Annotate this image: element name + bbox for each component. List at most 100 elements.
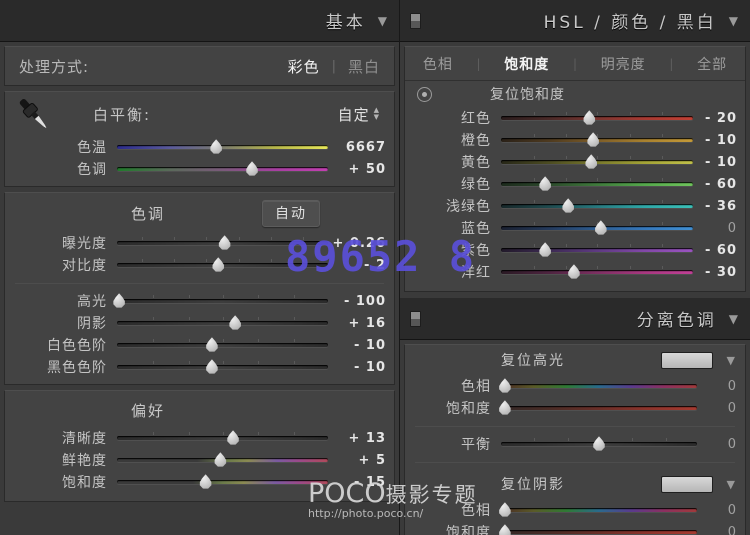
slider-bar-hsl-0	[501, 116, 693, 120]
slider-track-hsl-1[interactable]	[501, 133, 693, 147]
slider-value-hsl-3[interactable]: - 60	[693, 177, 737, 192]
chevron-down-icon[interactable]: ▼	[729, 312, 738, 326]
slider-row-hsl-7[interactable]: 洋红- 30	[405, 261, 745, 283]
basic-panel-header[interactable]: 基本 ▼	[0, 0, 399, 42]
slider-value-contrast[interactable]: - 2	[328, 258, 386, 273]
slider-row-temp[interactable]: 色温 6667	[5, 136, 394, 158]
slider-value-exposure[interactable]: + 0.26	[328, 236, 386, 251]
slider-value-saturation[interactable]: - 15	[328, 475, 386, 490]
tab-all[interactable]: 全部	[697, 54, 727, 74]
slider-bar-saturation	[117, 480, 328, 484]
slider-value-balance[interactable]: 0	[697, 437, 737, 452]
chevron-down-icon[interactable]: ▼	[727, 478, 735, 491]
split-toning-highlights-title[interactable]: 复位高光	[501, 350, 565, 370]
target-adjustment-icon[interactable]	[417, 87, 432, 102]
slider-value-hsl-5[interactable]: 0	[693, 221, 737, 236]
chevron-down-icon[interactable]: ▼	[729, 14, 738, 28]
slider-track-hsl-2[interactable]	[501, 155, 693, 169]
slider-value-highlights-sat[interactable]: 0	[697, 401, 737, 416]
treatment-option-color[interactable]: 彩色	[288, 56, 320, 77]
chevron-down-icon[interactable]: ▼	[727, 354, 735, 367]
slider-row-hsl-5[interactable]: 蓝色0	[405, 217, 745, 239]
slider-value-whites[interactable]: - 10	[328, 338, 386, 353]
slider-value-vibrance[interactable]: + 5	[328, 453, 386, 468]
shadows-color-swatch[interactable]	[661, 476, 713, 493]
slider-track-contrast[interactable]	[117, 258, 328, 272]
slider-track-hsl-6[interactable]	[501, 243, 693, 257]
slider-row-highlights-sat[interactable]: 饱和度 0	[405, 397, 745, 419]
slider-track-hsl-7[interactable]	[501, 265, 693, 279]
slider-value-hsl-7[interactable]: - 30	[693, 265, 737, 280]
slider-track-vibrance[interactable]	[117, 453, 328, 467]
slider-value-shadows-sat[interactable]: 0	[697, 525, 737, 535]
tab-hue[interactable]: 色相	[423, 54, 453, 74]
slider-track-shadows-hue[interactable]	[501, 503, 697, 517]
slider-value-tint[interactable]: + 50	[328, 162, 386, 177]
slider-row-contrast[interactable]: 对比度 - 2	[5, 254, 394, 276]
slider-row-saturation[interactable]: 饱和度 - 15	[5, 471, 394, 493]
slider-row-hsl-3[interactable]: 绿色- 60	[405, 173, 745, 195]
white-balance-preset-select[interactable]: 自定 ▲▼	[338, 104, 380, 125]
slider-track-exposure[interactable]	[117, 236, 328, 250]
slider-track-saturation[interactable]	[117, 475, 328, 489]
slider-bar-highlights	[117, 299, 328, 303]
slider-track-whites[interactable]	[117, 338, 328, 352]
slider-value-hsl-0[interactable]: - 20	[693, 111, 737, 126]
slider-value-highlights-hue[interactable]: 0	[697, 379, 737, 394]
slider-track-hsl-0[interactable]	[501, 111, 693, 125]
slider-value-hsl-1[interactable]: - 10	[693, 133, 737, 148]
slider-value-hsl-2[interactable]: - 10	[693, 155, 737, 170]
slider-track-hsl-5[interactable]	[501, 221, 693, 235]
slider-row-hsl-1[interactable]: 橙色- 10	[405, 129, 745, 151]
slider-track-highlights-hue[interactable]	[501, 379, 697, 393]
slider-value-shadows-hue[interactable]: 0	[697, 503, 737, 518]
slider-row-hsl-6[interactable]: 紫色- 60	[405, 239, 745, 261]
slider-row-hsl-4[interactable]: 浅绿色- 36	[405, 195, 745, 217]
slider-value-clarity[interactable]: + 13	[328, 431, 386, 446]
slider-value-hsl-6[interactable]: - 60	[693, 243, 737, 258]
slider-row-clarity[interactable]: 清晰度 + 13	[5, 427, 394, 449]
slider-track-highlights[interactable]	[117, 294, 328, 308]
slider-track-tint[interactable]	[117, 162, 328, 176]
slider-value-shadows[interactable]: + 16	[328, 316, 386, 331]
highlights-color-swatch[interactable]	[661, 352, 713, 369]
slider-track-temp[interactable]	[117, 140, 328, 154]
slider-track-hsl-3[interactable]	[501, 177, 693, 191]
slider-row-hsl-0[interactable]: 红色- 20	[405, 107, 745, 129]
tab-luminance[interactable]: 明亮度	[601, 54, 646, 74]
slider-track-balance[interactable]	[501, 437, 697, 451]
slider-track-highlights-sat[interactable]	[501, 401, 697, 415]
slider-row-highlights[interactable]: 高光 - 100	[5, 290, 394, 312]
hsl-reset-label[interactable]: 复位饱和度	[490, 84, 565, 104]
slider-row-exposure[interactable]: 曝光度 + 0.26	[5, 232, 394, 254]
slider-row-balance[interactable]: 平衡 0	[405, 433, 745, 455]
slider-value-temp[interactable]: 6667	[328, 140, 386, 155]
slider-row-shadows-hue[interactable]: 色相 0	[405, 499, 745, 521]
slider-track-clarity[interactable]	[117, 431, 328, 445]
slider-row-vibrance[interactable]: 鲜艳度 + 5	[5, 449, 394, 471]
slider-track-shadows[interactable]	[117, 316, 328, 330]
treatment-option-bw[interactable]: 黑白	[348, 56, 380, 77]
slider-track-blacks[interactable]	[117, 360, 328, 374]
chevron-down-icon[interactable]: ▼	[378, 14, 387, 28]
panel-toggle-icon[interactable]	[410, 311, 421, 327]
panel-toggle-icon[interactable]	[410, 13, 421, 29]
slider-value-hsl-4[interactable]: - 36	[693, 199, 737, 214]
slider-row-tint[interactable]: 色调 + 50	[5, 158, 394, 180]
slider-row-shadows-sat[interactable]: 饱和度 0	[405, 521, 745, 535]
slider-value-blacks[interactable]: - 10	[328, 360, 386, 375]
slider-row-shadows[interactable]: 阴影 + 16	[5, 312, 394, 334]
hsl-panel-header[interactable]: HSL / 颜色 / 黑白 ▼	[400, 0, 750, 42]
split-toning-panel-header[interactable]: 分离色调 ▼	[400, 298, 750, 340]
slider-row-blacks[interactable]: 黑色色阶 - 10	[5, 356, 394, 378]
slider-value-highlights[interactable]: - 100	[328, 294, 386, 309]
split-toning-shadows-title[interactable]: 复位阴影	[501, 474, 565, 494]
eyedropper-icon[interactable]	[5, 94, 61, 134]
tab-saturation[interactable]: 饱和度	[504, 54, 549, 74]
slider-row-hsl-2[interactable]: 黄色- 10	[405, 151, 745, 173]
auto-tone-button[interactable]: 自动	[262, 200, 320, 227]
slider-track-hsl-4[interactable]	[501, 199, 693, 213]
slider-track-shadows-sat[interactable]	[501, 525, 697, 535]
slider-row-whites[interactable]: 白色色阶 - 10	[5, 334, 394, 356]
slider-row-highlights-hue[interactable]: 色相 0	[405, 375, 745, 397]
